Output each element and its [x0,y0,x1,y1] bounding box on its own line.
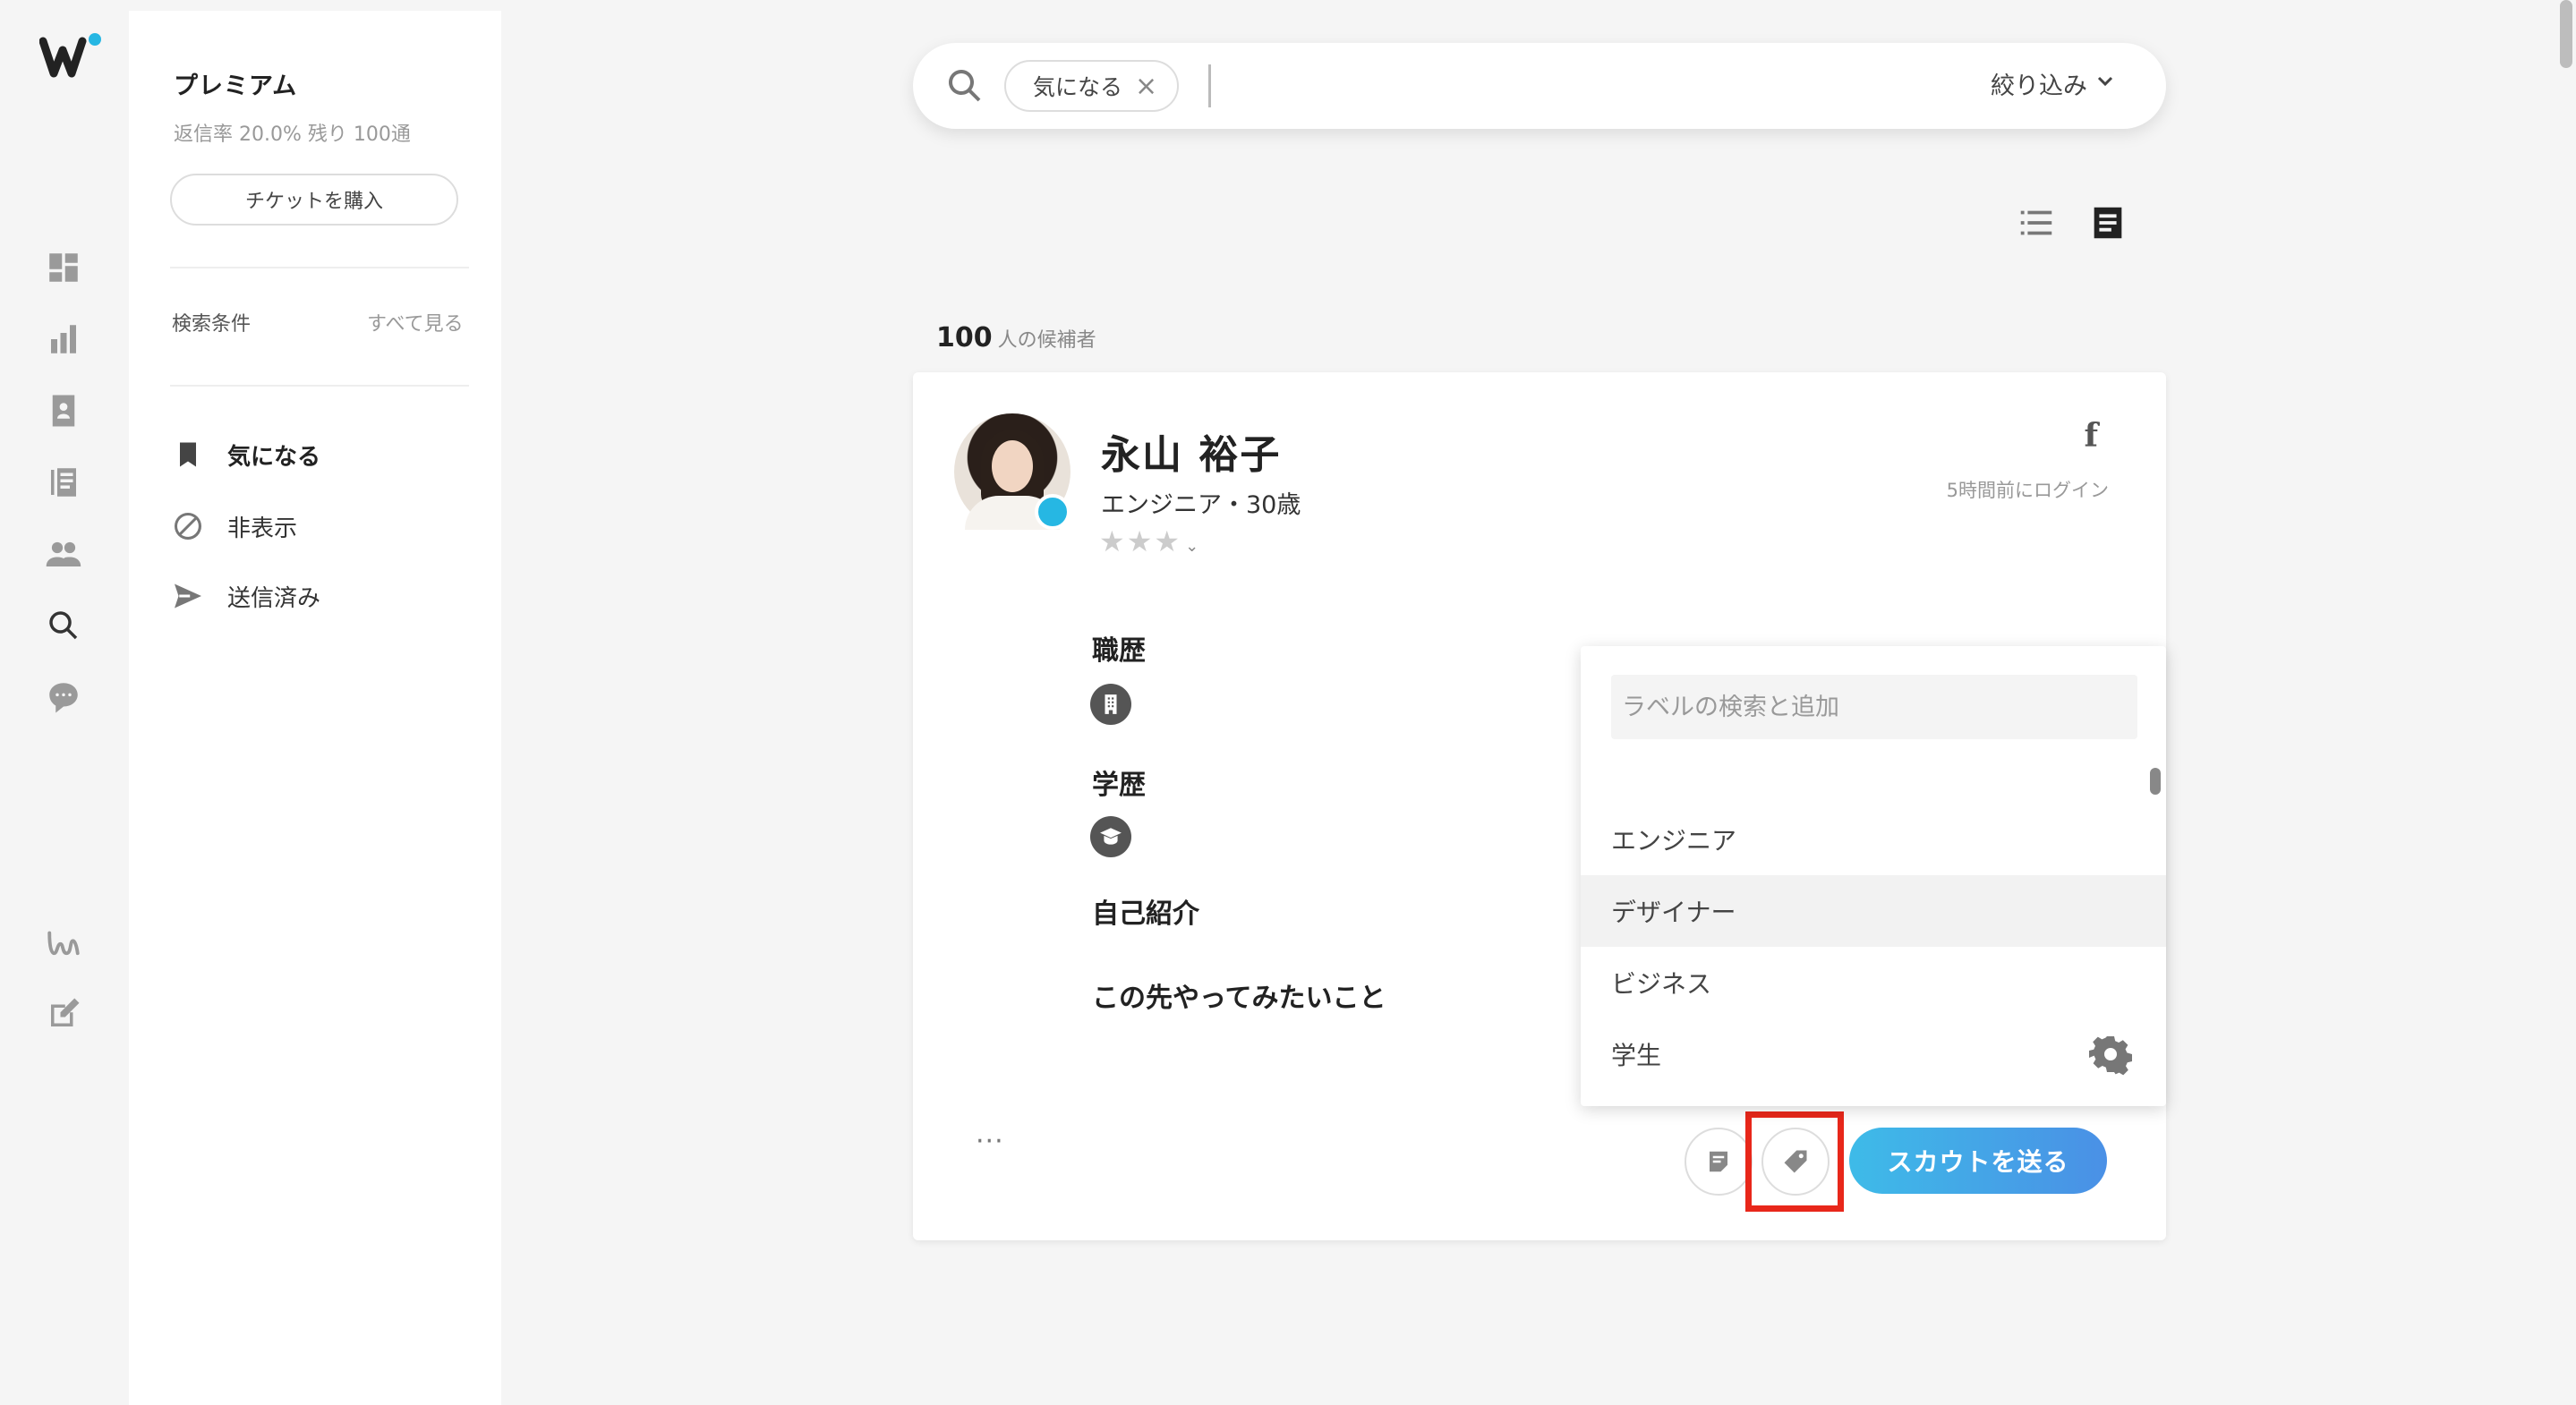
sidebar-item-bookmarked[interactable]: 気になる [172,435,320,474]
avatar-face [992,440,1033,492]
analytics-icon[interactable] [43,319,84,360]
career-heading: 職歴 [1092,635,1146,667]
chevron-down-icon: ⌄ [1185,537,1201,556]
sidebar-item-label: 気になる [227,443,321,471]
articles-icon[interactable] [43,462,84,503]
search-icon[interactable] [43,605,84,646]
sidebar-item-label: 送信済み [227,584,321,612]
sidebar: プレミアム 返信率 20.0% 残り 100通 チケットを購入 検索条件 すべて… [129,11,501,1405]
chat-icon[interactable] [43,677,84,718]
bookmark-icon [180,442,196,467]
search-icon[interactable] [943,64,986,107]
education-heading: 学歴 [1092,770,1146,801]
sidebar-item-sent[interactable]: 送信済み [172,576,320,616]
list-view-icon[interactable] [2016,202,2057,243]
divider [170,267,469,268]
last-login-text: 5時間前にログイン [1946,480,2109,501]
chevron-down-icon [2094,71,2116,98]
label-option[interactable]: 経理 [1581,1090,2166,1106]
filter-chip-bookmarked: 気になる × [1004,60,1180,112]
graduation-cap-icon [1090,816,1131,857]
more-options-icon[interactable]: ··· [976,1126,1004,1157]
future-goals-heading: この先やってみたいこと [1092,983,1386,1014]
gear-icon[interactable] [2089,1033,2132,1076]
plan-title: プレミアム [174,72,298,100]
chip-remove-icon[interactable]: × [1135,71,1157,102]
label-option[interactable]: エンジニア [1581,804,2166,875]
label-option[interactable]: 学生 [1581,1018,2166,1090]
count-unit: 人の候補者 [997,329,1096,352]
search-conditions-label: 検索条件 [172,313,252,336]
dropdown-scrollbar[interactable] [2150,768,2161,795]
chip-label: 気になる [1033,74,1123,100]
icon-rail [0,0,129,1405]
see-all-link[interactable]: すべて見る [367,308,464,336]
rating-stars[interactable]: ★★★ ⌄ [1099,524,1200,558]
building-icon [1090,684,1131,725]
wantedly-logo-icon[interactable] [43,922,84,963]
label-option[interactable]: ビジネス [1581,947,2166,1018]
dashboard-icon[interactable] [43,247,84,288]
buy-ticket-button[interactable]: チケットを購入 [170,174,458,226]
divider [170,385,469,387]
online-status-badge [1035,494,1070,530]
edit-icon[interactable] [43,993,84,1035]
search-input-caret[interactable] [1208,64,1211,107]
search-bar: 気になる × 絞り込み [913,43,2166,129]
count-number: 100 [936,322,993,353]
page-scrollbar[interactable] [2560,0,2572,68]
note-icon [1710,1151,1727,1172]
wantedly-logo[interactable] [38,32,104,82]
star-icons: ★★★ [1099,524,1182,558]
candidate-name: 永山 裕子 [1101,432,1282,478]
avatar[interactable] [954,413,1070,530]
refine-dropdown[interactable]: 絞り込み [1991,66,2116,101]
sidebar-item-label: 非表示 [227,515,298,542]
block-icon [175,513,201,540]
candidate-count: 100 人の候補者 [936,322,1096,353]
label-search-input[interactable] [1611,675,2137,739]
plan-stats: 返信率 20.0% 残り 100通 [174,123,411,146]
sidebar-item-hidden[interactable]: 非表示 [172,507,297,546]
memo-button[interactable] [1685,1128,1753,1196]
highlight-box [1745,1111,1844,1212]
profile-card-icon[interactable] [43,390,84,431]
refine-label: 絞り込み [1991,72,2087,100]
people-icon[interactable] [43,533,84,575]
facebook-icon[interactable]: f [2085,417,2099,455]
self-intro-heading: 自己紹介 [1092,898,1199,930]
send-scout-button[interactable]: スカウトを送る [1849,1128,2107,1194]
label-dropdown: エンジニア デザイナー ビジネス 学生 経理 [1581,646,2166,1106]
card-view-icon[interactable] [2087,202,2128,243]
label-option[interactable]: デザイナー [1581,875,2166,947]
candidate-role-age: エンジニア・30歳 [1101,491,1301,519]
send-icon [175,583,201,609]
